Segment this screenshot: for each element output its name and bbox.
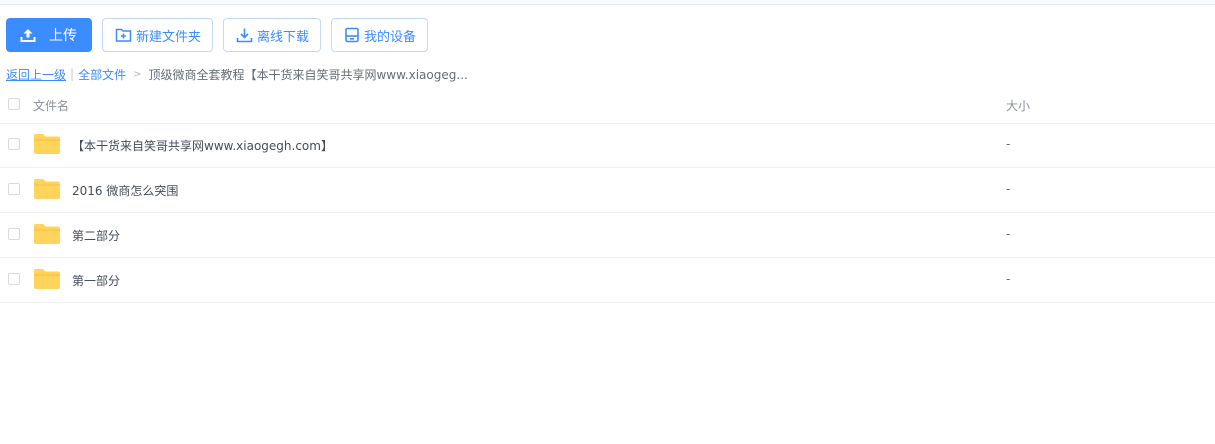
my-devices-button[interactable]: 我的设备	[331, 18, 429, 52]
table-row[interactable]: 【本干货来自笑哥共享网www.xiaogegh.com】 -	[0, 123, 1215, 168]
back-link[interactable]: 返回上一级	[6, 66, 66, 83]
breadcrumb: 返回上一级 | 全部文件 > 顶级微商全套教程【本干货来自笑哥共享网www.xi…	[6, 66, 468, 82]
row-checkbox[interactable]	[8, 138, 20, 150]
row-checkbox[interactable]	[8, 273, 20, 285]
file-size: -	[1006, 182, 1011, 196]
column-header-size[interactable]: 大小	[1006, 97, 1030, 114]
device-icon	[345, 27, 359, 43]
new-folder-button[interactable]: 新建文件夹	[102, 18, 214, 52]
new-folder-label: 新建文件夹	[136, 29, 202, 45]
table-row[interactable]: 2016 微商怎么突围 -	[0, 168, 1215, 213]
all-files-link[interactable]: 全部文件	[78, 66, 126, 83]
chevron-right-icon: >	[133, 68, 142, 80]
new-folder-icon	[115, 28, 132, 42]
table-header: 文件名 大小	[0, 92, 1215, 124]
upload-label: 上传	[49, 28, 77, 44]
top-divider	[0, 0, 1215, 5]
select-all-checkbox[interactable]	[8, 98, 20, 110]
file-list: 【本干货来自笑哥共享网www.xiaogegh.com】 - 2016 微商怎么…	[0, 123, 1215, 303]
current-folder: 顶级微商全套教程【本干货来自笑哥共享网www.xiaogeg...	[148, 67, 468, 82]
folder-icon	[34, 224, 60, 244]
folder-icon	[34, 269, 60, 289]
row-checkbox[interactable]	[8, 228, 20, 240]
folder-icon	[34, 134, 60, 154]
folder-icon	[34, 179, 60, 199]
table-row[interactable]: 第二部分 -	[0, 213, 1215, 258]
file-name[interactable]: 第一部分	[72, 272, 120, 289]
file-size: -	[1006, 227, 1011, 241]
download-icon	[236, 28, 253, 43]
upload-button[interactable]: 上传	[6, 18, 92, 52]
breadcrumb-divider: |	[70, 67, 75, 81]
offline-download-label: 离线下载	[257, 29, 310, 45]
file-name[interactable]: 2016 微商怎么突围	[72, 182, 178, 199]
file-name[interactable]: 第二部分	[72, 227, 120, 244]
table-row[interactable]: 第一部分 -	[0, 258, 1215, 303]
row-checkbox[interactable]	[8, 183, 20, 195]
file-size: -	[1006, 272, 1011, 286]
file-name[interactable]: 【本干货来自笑哥共享网www.xiaogegh.com】	[72, 137, 333, 154]
column-header-name[interactable]: 文件名	[33, 97, 69, 114]
file-size: -	[1006, 137, 1011, 151]
upload-icon	[20, 29, 36, 42]
offline-download-button[interactable]: 离线下载	[223, 18, 322, 52]
my-devices-label: 我的设备	[364, 29, 417, 45]
toolbar: 上传 新建文件夹 离线下载 我的设备	[6, 18, 429, 52]
